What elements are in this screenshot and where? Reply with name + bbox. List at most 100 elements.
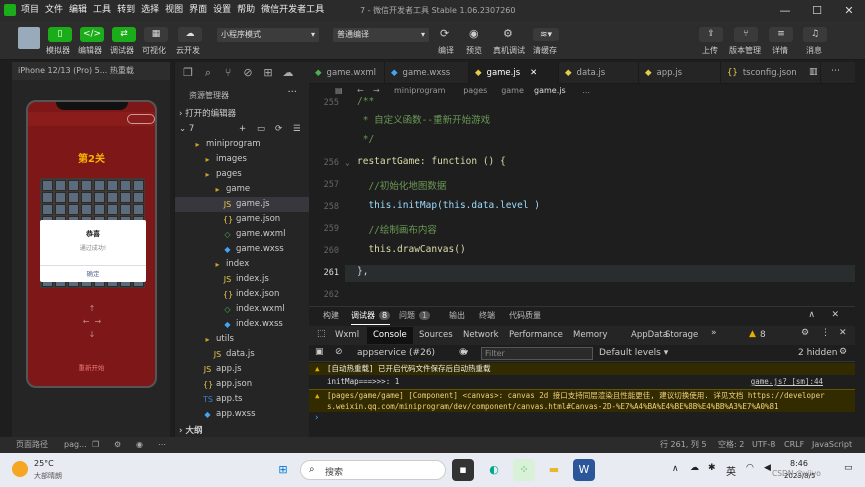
- menu-item[interactable]: 工具: [90, 0, 114, 21]
- context-select[interactable]: appservice (#26) ▾: [357, 348, 468, 358]
- file-tree-item[interactable]: ◆ app.wxss: [175, 407, 310, 422]
- menu-item[interactable]: 编辑: [66, 0, 90, 21]
- minimize-button[interactable]: —: [769, 0, 801, 21]
- debugger-toggle[interactable]: ⇄: [112, 27, 136, 42]
- file-tree-item[interactable]: ▸ images: [175, 152, 310, 167]
- menu-item[interactable]: 项目: [18, 0, 42, 21]
- dialog-confirm-button[interactable]: 确定: [40, 265, 146, 282]
- devtools-tab[interactable]: Storage: [665, 327, 698, 344]
- settings-icon[interactable]: ⚙: [801, 328, 809, 338]
- kebab-icon[interactable]: ⋮: [821, 328, 830, 338]
- more-icon[interactable]: ···: [287, 87, 297, 98]
- file-tree-item[interactable]: ▸ pages: [175, 167, 310, 182]
- sidebar-toggle-icon[interactable]: ▣: [315, 347, 324, 357]
- cursor-position[interactable]: 行 261, 列 5: [660, 437, 707, 453]
- eye-icon[interactable]: ◉: [136, 437, 143, 453]
- maximize-button[interactable]: ☐: [801, 0, 833, 21]
- close-icon[interactable]: ✕: [530, 68, 537, 78]
- visual-button[interactable]: ▦: [144, 27, 168, 42]
- simulator-toggle[interactable]: ▯: [48, 27, 72, 42]
- bookmark-icon[interactable]: ▤: [335, 84, 343, 98]
- new-folder-icon[interactable]: ▭: [257, 122, 265, 137]
- editor-tab[interactable]: ◆ app.js: [639, 62, 721, 84]
- debug-icon[interactable]: ⊘: [241, 66, 255, 80]
- mode-select[interactable]: 小程序模式 ▾: [217, 28, 319, 42]
- devtools-tab[interactable]: Sources: [419, 327, 453, 344]
- extensions-icon[interactable]: ⊞: [261, 66, 275, 80]
- devtools-tab[interactable]: Network: [463, 327, 499, 344]
- phone-screen[interactable]: 第2关 恭喜 通过成功! 确定 ↑ ← → ↓ 重新开始: [26, 100, 157, 388]
- task-view-icon[interactable]: ▪: [452, 459, 474, 481]
- compile-select[interactable]: 普通编译 ▾: [333, 28, 429, 42]
- editor-tab[interactable]: ◆ game.wxss: [385, 62, 469, 84]
- open-editors-header[interactable]: › 打开的编辑器: [175, 107, 310, 122]
- log-source-link[interactable]: game.js? [sm]:44: [751, 376, 823, 388]
- file-tree-item[interactable]: ▸ miniprogram: [175, 137, 310, 152]
- file-tree-item[interactable]: ◆ index.wxss: [175, 317, 310, 332]
- panel-tab[interactable]: 构建: [323, 307, 339, 325]
- wechat-devtools-icon[interactable]: ⁘: [513, 459, 535, 481]
- file-tree-item[interactable]: {} game.json: [175, 212, 310, 227]
- cloud-button[interactable]: ☁: [178, 27, 202, 42]
- bluetooth-icon[interactable]: ✱: [708, 463, 716, 473]
- device-select[interactable]: iPhone 12/13 (Pro) 5...: [18, 66, 107, 75]
- file-tree-item[interactable]: ◇ index.wxml: [175, 302, 310, 317]
- file-tree-item[interactable]: ▸ utils: [175, 332, 310, 347]
- file-tree-item[interactable]: {} app.json: [175, 377, 310, 392]
- capsule-icon[interactable]: [127, 114, 155, 124]
- devtools-tab[interactable]: Wxml: [335, 327, 359, 344]
- files-icon[interactable]: ❐: [181, 66, 195, 80]
- split-editor-icon[interactable]: ▥: [809, 67, 818, 77]
- file-tree-item[interactable]: JS game.js: [175, 197, 310, 212]
- search-box[interactable]: ⌕ 搜索: [300, 460, 446, 480]
- menu-item[interactable]: 视图: [162, 0, 186, 21]
- editor-tab[interactable]: ◆ game.js ✕: [469, 62, 559, 84]
- devtools-tab[interactable]: Performance: [509, 327, 563, 344]
- file-tree-item[interactable]: ◆ game.wxss: [175, 242, 310, 257]
- settings-icon[interactable]: ⚙: [839, 347, 847, 357]
- collapse-icon[interactable]: ☰: [293, 122, 301, 137]
- breadcrumb-item[interactable]: game.js: [534, 84, 566, 98]
- version-icon[interactable]: ⑂: [734, 27, 758, 42]
- folder-icon[interactable]: ▬: [543, 459, 565, 481]
- panel-tab[interactable]: 调试器 8: [351, 307, 391, 325]
- menu-item[interactable]: 设置: [210, 0, 234, 21]
- editor-tab[interactable]: ◆ game.wxml: [309, 62, 385, 84]
- refresh-icon[interactable]: ⟳: [440, 27, 449, 40]
- editor-tab[interactable]: ◆ data.js: [559, 62, 639, 84]
- line-ending[interactable]: CRLF: [784, 437, 804, 453]
- panel-up-icon[interactable]: ∧: [808, 310, 815, 320]
- devtools-tab[interactable]: Memory: [573, 327, 608, 344]
- close-button[interactable]: ✕: [833, 0, 865, 21]
- page-path-label[interactable]: 页面路径: [16, 437, 48, 453]
- restart-button[interactable]: 重新开始: [28, 362, 155, 372]
- edge-icon[interactable]: ◐: [483, 459, 505, 481]
- wifi-icon[interactable]: ◠: [746, 463, 754, 473]
- menu-item[interactable]: 微信开发者工具: [258, 0, 327, 21]
- prompt-icon[interactable]: ›: [315, 413, 319, 423]
- levels-select[interactable]: Default levels ▾: [599, 348, 668, 358]
- fold-icon[interactable]: ⌄: [345, 158, 350, 167]
- file-tree-item[interactable]: {} index.json: [175, 287, 310, 302]
- indent-setting[interactable]: 空格: 2: [718, 437, 744, 453]
- project-header[interactable]: ⌄ 7 + ▭ ⟳ ☰: [175, 122, 310, 137]
- details-icon[interactable]: ≡: [769, 27, 793, 42]
- panel-tab[interactable]: 代码质量: [509, 307, 541, 325]
- hotreload-label[interactable]: 热重载: [110, 66, 134, 75]
- debug-device-icon[interactable]: ⚙: [503, 27, 513, 40]
- language-mode[interactable]: JavaScript: [812, 437, 852, 453]
- tray-up-icon[interactable]: ∧: [672, 464, 679, 474]
- panel-tab[interactable]: 问题 1: [399, 307, 431, 325]
- device-icon[interactable]: ⚙: [114, 437, 121, 453]
- control-pad[interactable]: ↑ ← → ↓: [72, 302, 112, 342]
- breadcrumb-item[interactable]: game: [501, 84, 524, 98]
- menu-item[interactable]: 选择: [138, 0, 162, 21]
- cloud-icon[interactable]: ☁: [281, 66, 295, 80]
- weather-icon[interactable]: [12, 461, 28, 477]
- clearcache-icon[interactable]: ≋▾: [533, 28, 559, 41]
- clear-console-icon[interactable]: ⊘: [335, 347, 343, 357]
- menu-item[interactable]: 文件: [42, 0, 66, 21]
- file-tree-item[interactable]: JS index.js: [175, 272, 310, 287]
- avatar[interactable]: [18, 27, 40, 49]
- encoding[interactable]: UTF-8: [752, 437, 775, 453]
